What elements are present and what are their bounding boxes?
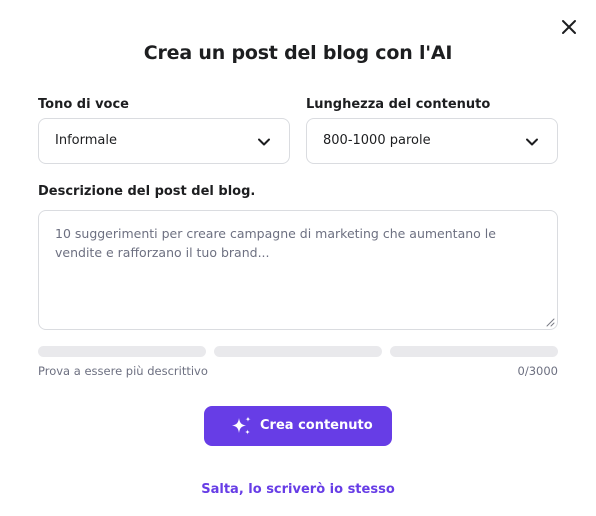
create-content-button[interactable]: Crea contenuto (204, 406, 392, 446)
tone-select-value: Informale (55, 133, 117, 148)
tone-select[interactable]: Informale (38, 118, 290, 164)
tone-label: Tono di voce (38, 97, 129, 112)
strength-segment-1 (38, 346, 206, 357)
sparkle-icon (232, 416, 251, 435)
description-label: Descrizione del post del blog. (38, 184, 256, 199)
description-textarea[interactable]: 10 suggerimenti per creare campagne di m… (38, 210, 558, 330)
description-placeholder: 10 suggerimenti per creare campagne di m… (55, 226, 496, 260)
create-blog-post-dialog: Crea un post del blog con l'AI Tono di v… (0, 0, 596, 516)
dialog-title: Crea un post del blog con l'AI (143, 42, 453, 64)
length-select-value: 800-1000 parole (323, 133, 431, 148)
strength-segment-3 (390, 346, 558, 357)
skip-link[interactable]: Salta, lo scriverò io stesso (0, 482, 596, 497)
character-counter: 0/3000 (517, 364, 558, 378)
close-icon[interactable] (559, 17, 579, 37)
create-content-label: Crea contenuto (260, 418, 373, 433)
strength-segment-2 (214, 346, 382, 357)
length-select[interactable]: 800-1000 parole (306, 118, 558, 164)
resize-handle-icon[interactable] (546, 318, 555, 327)
chevron-down-icon (258, 138, 270, 146)
length-label: Lunghezza del contenuto (306, 97, 491, 112)
chevron-down-icon (526, 138, 538, 146)
description-hint: Prova a essere più descrittivo (38, 364, 208, 378)
